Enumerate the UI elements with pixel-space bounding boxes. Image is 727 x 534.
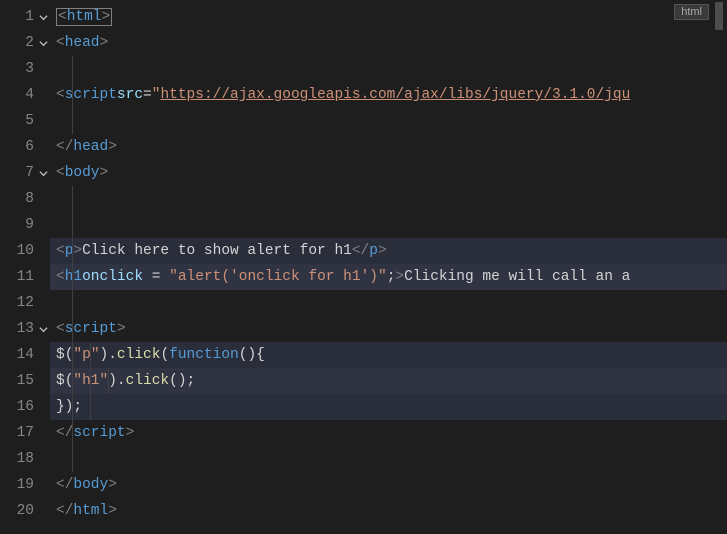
- code-line[interactable]: <script>: [50, 316, 727, 342]
- code-line[interactable]: <body>: [50, 160, 727, 186]
- code-line[interactable]: [50, 212, 727, 238]
- line-number: 12: [10, 295, 36, 311]
- line-number: 7: [10, 165, 36, 181]
- fold-icon[interactable]: [36, 39, 50, 48]
- code-line[interactable]: </script>: [50, 420, 727, 446]
- code-line[interactable]: </head>: [50, 134, 727, 160]
- fold-icon[interactable]: [36, 13, 50, 22]
- gutter: 1 2 3 4 5 6 7 8 9 10 11 12 13 14 15 16 1…: [0, 0, 50, 534]
- code-line[interactable]: <h1 onclick = "alert('onclick for h1')";…: [50, 264, 727, 290]
- code-line[interactable]: [50, 290, 727, 316]
- line-number: 16: [10, 399, 36, 415]
- cursor-selection: <html>: [56, 8, 112, 26]
- scrollbar-thumb[interactable]: [715, 2, 723, 30]
- line-number: 10: [10, 243, 36, 259]
- code-line[interactable]: $("p").click(function(){: [50, 342, 727, 368]
- line-number: 6: [10, 139, 36, 155]
- code-line[interactable]: <head>: [50, 30, 727, 56]
- code-editor: 1 2 3 4 5 6 7 8 9 10 11 12 13 14 15 16 1…: [0, 0, 727, 534]
- line-number: 19: [10, 477, 36, 493]
- line-number: 13: [10, 321, 36, 337]
- line-number: 17: [10, 425, 36, 441]
- line-number: 11: [10, 269, 36, 285]
- line-number: 2: [10, 35, 36, 51]
- line-number: 3: [10, 61, 36, 77]
- line-number: 14: [10, 347, 36, 363]
- line-number: 4: [10, 87, 36, 103]
- line-number: 18: [10, 451, 36, 467]
- line-number: 8: [10, 191, 36, 207]
- code-area[interactable]: <html> <head> <script src="https://ajax.…: [50, 0, 727, 534]
- code-line[interactable]: <script src="https://ajax.googleapis.com…: [50, 82, 727, 108]
- code-line[interactable]: [50, 186, 727, 212]
- code-line[interactable]: [50, 108, 727, 134]
- code-line[interactable]: [50, 446, 727, 472]
- fold-icon[interactable]: [36, 325, 50, 334]
- code-line[interactable]: </html>: [50, 498, 727, 524]
- code-line[interactable]: });: [50, 394, 727, 420]
- line-number: 9: [10, 217, 36, 233]
- line-number: 5: [10, 113, 36, 129]
- code-line[interactable]: $("h1").click();: [50, 368, 727, 394]
- code-line[interactable]: <html>: [50, 4, 727, 30]
- code-line[interactable]: <p>Click here to show alert for h1</p>: [50, 238, 727, 264]
- line-number: 20: [10, 503, 36, 519]
- code-line[interactable]: </body>: [50, 472, 727, 498]
- fold-icon[interactable]: [36, 169, 50, 178]
- line-number: 1: [10, 9, 36, 25]
- code-line[interactable]: [50, 56, 727, 82]
- line-number: 15: [10, 373, 36, 389]
- language-badge: html: [674, 4, 709, 20]
